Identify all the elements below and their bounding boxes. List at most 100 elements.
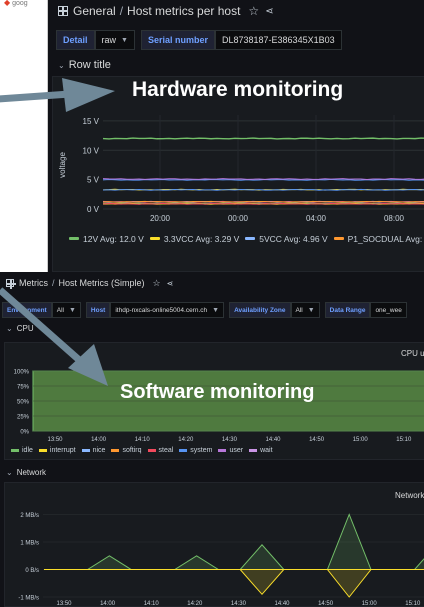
y-tick-label: 5 V bbox=[87, 176, 100, 185]
legend-swatch bbox=[179, 449, 188, 452]
x-tick-label: 14:50 bbox=[309, 437, 325, 443]
x-tick-label: 14:10 bbox=[135, 437, 151, 443]
variable-label-data-range: Data Range bbox=[324, 302, 371, 318]
x-tick-label: 14:20 bbox=[187, 601, 203, 607]
y-tick-label: 50% bbox=[17, 400, 30, 406]
breadcrumb-folder[interactable]: General bbox=[73, 4, 116, 18]
y-axis-label: voltage bbox=[58, 152, 67, 178]
network-series-out bbox=[44, 569, 424, 598]
row-title-cpu: CPU bbox=[16, 324, 34, 333]
variable-label-environment: Environment bbox=[2, 302, 52, 318]
chevron-down-icon: ▼ bbox=[212, 306, 220, 314]
breadcrumb-separator: / bbox=[52, 278, 55, 288]
legend-item[interactable]: user bbox=[218, 447, 243, 454]
legend-label: 5VCC Avg: 4.96 V bbox=[259, 233, 328, 244]
share-icon[interactable]: ⋖ bbox=[265, 6, 273, 17]
legend-item[interactable]: softirq bbox=[111, 447, 142, 454]
series-line-12v bbox=[102, 137, 424, 140]
dashboard-title[interactable]: Host metrics per host bbox=[127, 4, 240, 18]
row-header[interactable]: ⌄ Row title bbox=[58, 59, 111, 71]
star-icon[interactable]: ☆ bbox=[248, 4, 259, 18]
variable-value-detail: raw bbox=[101, 35, 117, 45]
variable-label-serial: Serial number bbox=[140, 30, 215, 50]
y-tick-label: 100% bbox=[14, 370, 30, 376]
legend-item[interactable]: P1_SOCDUAL Avg: 0 bbox=[333, 233, 424, 245]
legend-swatch bbox=[249, 449, 258, 452]
legend-swatch bbox=[149, 237, 160, 240]
dashboards-grid-icon[interactable] bbox=[6, 279, 16, 289]
variable-select-detail[interactable]: raw ▼ bbox=[94, 30, 135, 50]
variable-label-detail: Detail bbox=[56, 30, 95, 50]
legend-swatch bbox=[147, 449, 156, 452]
row-header-cpu[interactable]: ⌄ CPU bbox=[6, 324, 34, 333]
dashboard-topbar: General / Host metrics per host ☆ ⋖ bbox=[48, 0, 424, 22]
x-tick-label: 14:30 bbox=[222, 437, 238, 443]
legend-label: softirq bbox=[122, 447, 142, 454]
breadcrumb-folder[interactable]: Metrics bbox=[19, 278, 48, 288]
chevron-down-icon: ▼ bbox=[307, 306, 315, 314]
variable-value-availability-zone: All bbox=[295, 306, 303, 314]
x-tick-label: 14:00 bbox=[100, 601, 116, 607]
share-icon[interactable]: ⋖ bbox=[167, 279, 174, 288]
legend-label: user bbox=[229, 447, 244, 454]
legend-item[interactable]: 3.3VCC Avg: 3.29 V bbox=[149, 233, 239, 245]
row-title-network: Network bbox=[16, 468, 47, 477]
x-tick-label: 00:00 bbox=[228, 214, 249, 223]
legend-item[interactable]: idle bbox=[11, 447, 33, 454]
legend-swatch bbox=[11, 449, 19, 452]
legend-swatch bbox=[245, 237, 256, 240]
x-tick-label: 14:40 bbox=[265, 437, 281, 443]
x-tick-label: 15:10 bbox=[405, 601, 421, 607]
y-tick-label: 15 V bbox=[83, 117, 100, 126]
cpu-chart: 0% 25% 50% 75% 100% 13:50 14:00 14:10 14:20 14:30… bbox=[14, 370, 424, 443]
y-tick-label: 75% bbox=[17, 385, 30, 391]
legend-item[interactable]: 12V Avg: 12.0 V bbox=[69, 233, 144, 245]
legend-item[interactable]: system bbox=[179, 447, 212, 454]
legend-label: P1_SOCDUAL Avg: 0 bbox=[347, 233, 424, 244]
background-window-fragment: ◆ goog bbox=[4, 0, 28, 7]
legend-item[interactable]: 5VCC Avg: 4.96 V bbox=[245, 233, 328, 245]
variable-input-serial[interactable]: DL8738187-E386345X1B03 bbox=[215, 30, 342, 50]
legend-label: steal bbox=[158, 447, 174, 454]
legend-item[interactable]: steal bbox=[147, 447, 174, 454]
network-panel: Network -1 MB/s 0 B/s 1 MB/s 2 MB/s 13:50 14:… bbox=[4, 482, 424, 607]
x-tick-label: 13:50 bbox=[47, 437, 63, 443]
variable-select-host[interactable]: ithdp-nxcals-online5004.cern.ch ▼ bbox=[110, 302, 225, 318]
x-tick-label: 14:50 bbox=[318, 601, 334, 607]
dashboards-grid-icon[interactable] bbox=[58, 6, 68, 16]
breadcrumb-separator: / bbox=[119, 4, 124, 18]
row-title: Row title bbox=[68, 59, 111, 71]
variable-select-data-range[interactable]: one_wee bbox=[370, 302, 407, 318]
variable-bar: Detail raw ▼ Serial number DL8738187-E386… bbox=[56, 30, 348, 50]
x-tick-label: 15:00 bbox=[353, 437, 369, 443]
legend-item[interactable]: nice bbox=[81, 447, 105, 454]
y-tick-label: 0 V bbox=[87, 205, 100, 214]
variable-select-environment[interactable]: All ▼ bbox=[51, 302, 81, 318]
variable-label-host: Host bbox=[85, 302, 111, 318]
x-tick-label: 15:00 bbox=[362, 601, 378, 607]
x-tick-label: 14:20 bbox=[178, 437, 194, 443]
star-icon[interactable]: ☆ bbox=[153, 278, 161, 289]
y-tick-label: 0% bbox=[20, 430, 29, 436]
variable-select-availability-zone[interactable]: All ▼ bbox=[290, 302, 320, 318]
chevron-down-icon: ⌄ bbox=[6, 324, 13, 333]
y-tick-label: 2 MB/s bbox=[20, 513, 39, 519]
legend-label: wait bbox=[260, 447, 273, 454]
row-header-network[interactable]: ⌄ Network bbox=[6, 468, 46, 477]
variable-value-host: ithdp-nxcals-online5004.cern.ch bbox=[115, 306, 208, 314]
legend-item[interactable]: wait bbox=[249, 447, 273, 454]
legend-swatch bbox=[38, 449, 47, 452]
variable-value-data-range: one_wee bbox=[375, 306, 402, 314]
variable-value-serial: DL8738187-E386345X1B03 bbox=[222, 35, 335, 45]
voltage-legend: 12V Avg: 12.0 V 3.3VCC Avg: 3.29 V 5VCC Av… bbox=[69, 231, 424, 245]
dashboard-title[interactable]: Host Metrics (Simple) bbox=[59, 278, 145, 288]
software-dashboard: Metrics / Host Metrics (Simple) ☆ ⋖ Envi… bbox=[0, 272, 424, 607]
y-tick-label: -1 MB/s bbox=[18, 596, 39, 602]
y-tick-label: 0 B/s bbox=[25, 568, 39, 574]
x-tick-label: 04:00 bbox=[306, 214, 327, 223]
legend-item[interactable]: interrupt bbox=[38, 447, 76, 454]
network-chart: -1 MB/s 0 B/s 1 MB/s 2 MB/s 13:50 14:00 14:10 1… bbox=[18, 513, 424, 607]
cpu-legend: idle interrupt nice softirq steal system user w… bbox=[11, 447, 279, 454]
series-line-vdd-5-dual bbox=[102, 178, 424, 180]
x-tick-label: 14:00 bbox=[91, 437, 107, 443]
